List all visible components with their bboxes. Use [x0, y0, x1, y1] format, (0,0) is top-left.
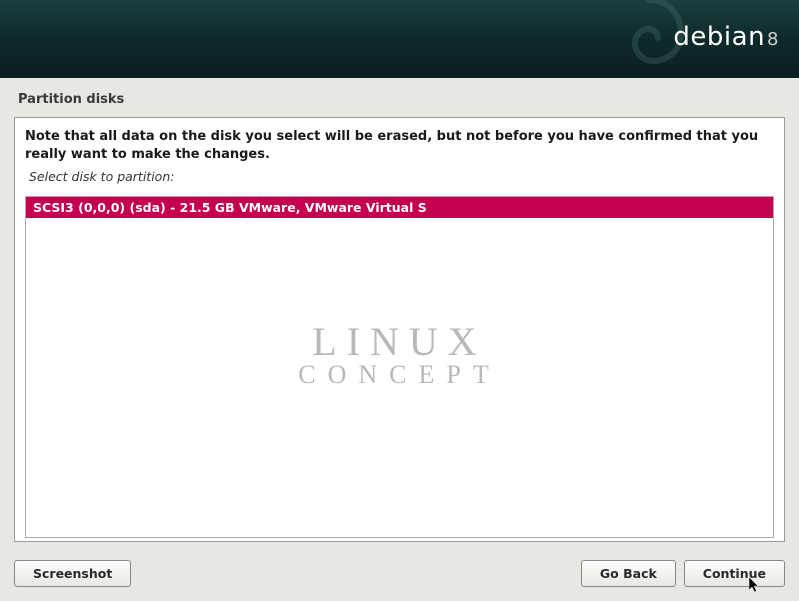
page-title: Partition disks [0, 78, 799, 117]
watermark: LINUX CONCEPT [298, 322, 500, 388]
button-bar: Screenshot Go Back Continue [14, 560, 785, 587]
disk-selection-list[interactable]: SCSI3 (0,0,0) (sda) - 21.5 GB VMware, VM… [25, 196, 774, 538]
brand-version: 8 [767, 29, 779, 50]
disk-item[interactable]: SCSI3 (0,0,0) (sda) - 21.5 GB VMware, VM… [26, 197, 773, 218]
screenshot-button[interactable]: Screenshot [14, 560, 131, 587]
watermark-line2: CONCEPT [298, 362, 500, 388]
nav-button-group: Go Back Continue [581, 560, 785, 587]
installer-header: debian8 [0, 0, 799, 78]
go-back-button[interactable]: Go Back [581, 560, 676, 587]
continue-button[interactable]: Continue [684, 560, 785, 587]
watermark-line1: LINUX [298, 322, 500, 362]
content-panel: Note that all data on the disk you selec… [14, 117, 785, 542]
brand-logo: debian8 [673, 22, 779, 52]
brand-name: debian [673, 22, 765, 52]
instruction-label: Select disk to partition: [15, 169, 784, 190]
warning-message: Note that all data on the disk you selec… [15, 118, 784, 169]
